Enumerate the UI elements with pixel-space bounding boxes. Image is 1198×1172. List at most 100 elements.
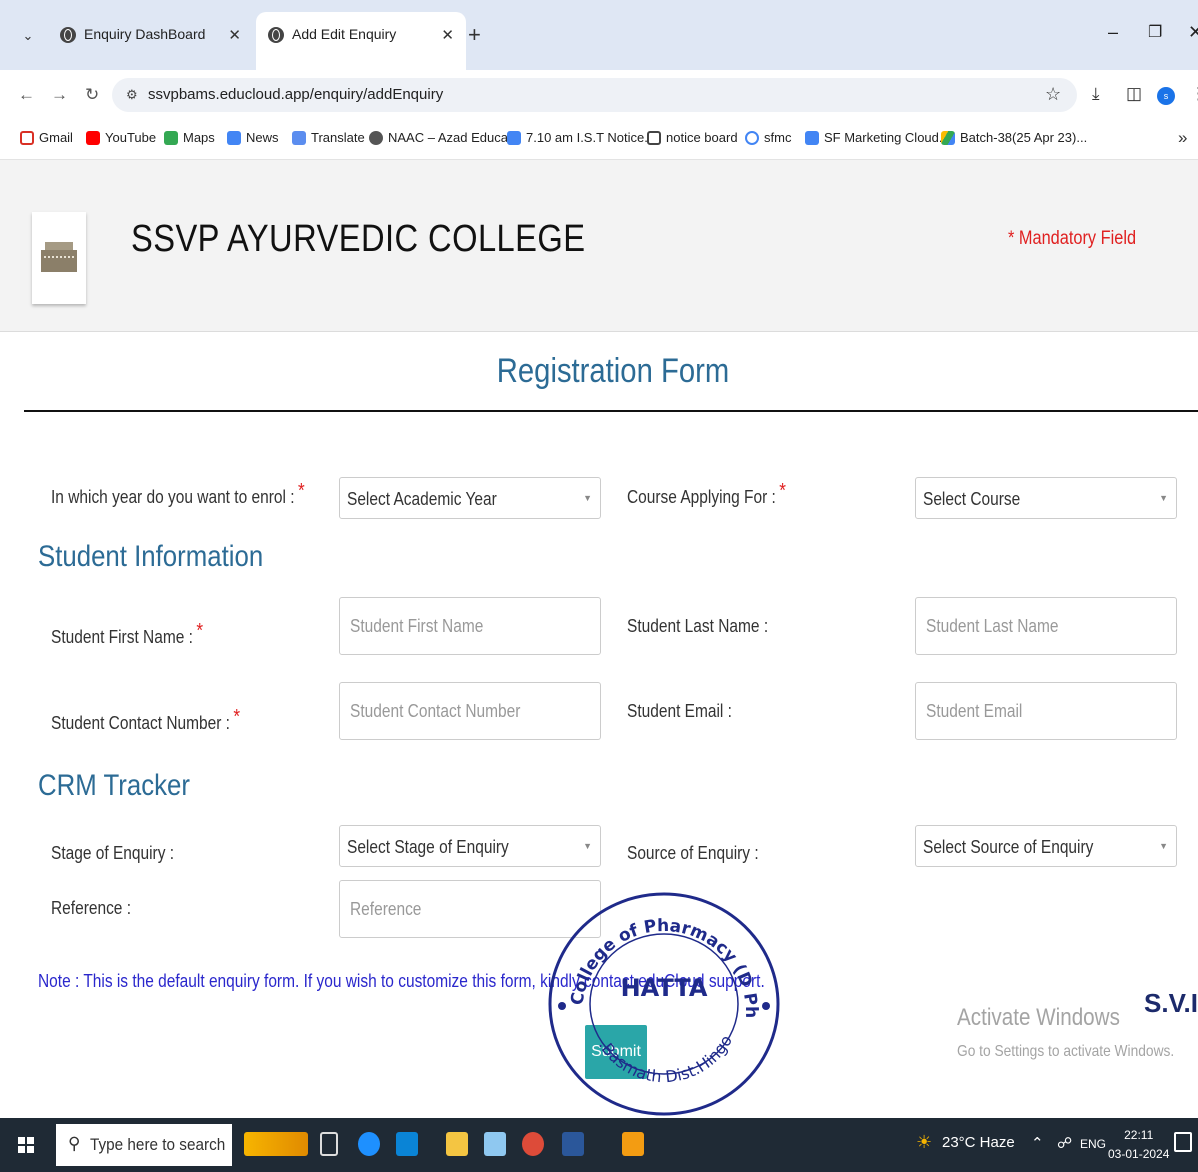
required-marker: * <box>233 706 241 728</box>
reference-input[interactable]: Reference <box>339 880 601 938</box>
new-tab-plus-icon[interactable]: + <box>468 24 481 46</box>
gmail-icon <box>20 130 34 145</box>
reload-icon[interactable]: ↻ <box>85 85 99 105</box>
translate-icon <box>292 130 306 145</box>
course-select[interactable]: Select Course ▼ <box>915 477 1177 519</box>
folder-icon <box>647 130 661 145</box>
app-icon[interactable] <box>622 1132 644 1156</box>
last-name-placeholder: Student Last Name <box>926 616 1059 636</box>
forward-icon[interactable]: → <box>51 85 68 105</box>
widgets-icon[interactable] <box>244 1132 308 1156</box>
language-indicator[interactable]: ENG <box>1080 1137 1106 1151</box>
taskbar-search-box[interactable]: ⚲ Type here to search <box>56 1124 232 1166</box>
profile-avatar[interactable]: s <box>1157 87 1175 105</box>
student-information-heading: Student Information <box>38 540 264 573</box>
tab-add-edit-enquiry[interactable]: Add Edit Enquiry ✕ <box>256 12 466 70</box>
form-title: Registration Form <box>496 352 730 390</box>
college-name: SSVP AYURVEDIC COLLEGE <box>131 218 586 260</box>
bookmark-sfmc[interactable]: sfmc <box>745 130 791 145</box>
mail-icon[interactable] <box>396 1132 418 1156</box>
windows-taskbar: ⚲ Type here to search ☀ 23°C Haze ⌃ ☍ EN… <box>0 1118 1198 1172</box>
reference-label: Reference : <box>51 898 132 918</box>
clock-date: 03-01-2024 <box>1108 1147 1170 1161</box>
store-icon[interactable] <box>484 1132 506 1156</box>
weather-text[interactable]: 23°C Haze <box>942 1134 1015 1151</box>
restore-icon[interactable]: ❐ <box>1148 22 1162 42</box>
close-tab-icon[interactable]: ✕ <box>228 26 241 44</box>
activate-windows-subtitle: Go to Settings to activate Windows. <box>957 1043 1175 1060</box>
close-tab-icon[interactable]: ✕ <box>441 26 454 44</box>
bookmark-notice-board[interactable]: notice board <box>647 130 738 145</box>
required-marker: * <box>196 620 204 642</box>
youtube-icon <box>86 130 100 145</box>
close-window-icon[interactable]: ✕ <box>1188 22 1198 43</box>
source-of-enquiry-label: Source of Enquiry : <box>627 843 759 863</box>
download-icon[interactable]: ⤓ <box>1092 84 1100 104</box>
bookmark-sf-marketing[interactable]: SF Marketing Cloud... <box>805 130 950 145</box>
mandatory-field-note: * Mandatory Field <box>1008 228 1137 249</box>
enrol-year-label: In which year do you want to enrol : * <box>51 480 305 507</box>
email-placeholder: Student Email <box>926 701 1023 721</box>
bookmark-gmail[interactable]: Gmail <box>20 130 73 145</box>
bookmarks-bar: Gmail YouTube Maps News Translate NAAC –… <box>0 118 1198 160</box>
windows-start-icon[interactable] <box>18 1137 34 1153</box>
bookmark-youtube[interactable]: YouTube <box>86 130 156 145</box>
notification-icon[interactable] <box>1174 1132 1192 1152</box>
taskbar-clock[interactable]: 22:11 03-01-2024 <box>1108 1126 1169 1164</box>
file-explorer-icon[interactable] <box>446 1132 468 1156</box>
activate-windows-title: Activate Windows <box>957 1004 1120 1031</box>
tray-chevron-icon[interactable]: ⌃ <box>1031 1134 1044 1152</box>
more-bookmarks-icon[interactable]: » <box>1178 128 1187 148</box>
contact-number-input[interactable]: Student Contact Number <box>339 682 601 740</box>
stage-of-enquiry-label: Stage of Enquiry : <box>51 843 175 863</box>
first-name-placeholder: Student First Name <box>350 616 484 636</box>
bookmark-notice[interactable]: 7.10 am I.S.T Notice... <box>507 130 655 145</box>
tab-search-dropdown-icon[interactable]: ⌄ <box>14 22 42 50</box>
bookmark-news[interactable]: News <box>227 130 279 145</box>
edge-icon[interactable] <box>358 1132 380 1156</box>
reference-placeholder: Reference <box>350 899 422 919</box>
side-panel-icon[interactable]: ◫ <box>1126 84 1142 104</box>
site-settings-icon[interactable]: ⚙ <box>126 87 138 103</box>
contact-number-placeholder: Student Contact Number <box>350 701 521 721</box>
partial-logo-text: S.V.I <box>1144 988 1198 1018</box>
minimize-icon[interactable]: – <box>1108 22 1118 43</box>
stage-of-enquiry-select[interactable]: Select Stage of Enquiry ▼ <box>339 825 601 867</box>
page-header: SSVP AYURVEDIC COLLEGE * Mandatory Field <box>0 160 1198 332</box>
first-name-input[interactable]: Student First Name <box>339 597 601 655</box>
search-icon: ⚲ <box>68 1134 81 1153</box>
tab-enquiry-dashboard[interactable]: Enquiry DashBoard ✕ <box>48 12 253 70</box>
dropdown-caret-icon: ▼ <box>583 841 592 851</box>
bookmark-naac[interactable]: NAAC – Azad Educa... <box>369 130 519 145</box>
browser-tab-bar: ⌄ Enquiry DashBoard ✕ Add Edit Enquiry ✕… <box>0 0 1198 70</box>
google-icon <box>745 130 759 145</box>
bookmark-translate[interactable]: Translate <box>292 130 365 145</box>
word-icon[interactable] <box>562 1132 584 1156</box>
chrome-icon[interactable] <box>522 1132 544 1156</box>
college-logo <box>32 212 86 304</box>
course-value: Select Course <box>923 489 1021 509</box>
bookmark-star-icon[interactable]: ☆ <box>1045 84 1061 105</box>
taskbar-search-placeholder: Type here to search <box>90 1135 226 1154</box>
source-of-enquiry-select[interactable]: Select Source of Enquiry ▼ <box>915 825 1177 867</box>
globe-icon <box>268 27 284 43</box>
last-name-input[interactable]: Student Last Name <box>915 597 1177 655</box>
network-icon[interactable]: ☍ <box>1057 1134 1072 1152</box>
back-icon[interactable]: ← <box>18 85 35 105</box>
dropdown-caret-icon: ▼ <box>583 493 592 503</box>
bookmark-maps[interactable]: Maps <box>164 130 215 145</box>
address-bar: ← → ↻ ⚙ ssvpbams.educloud.app/enquiry/ad… <box>0 70 1198 118</box>
college-building-image <box>41 242 77 272</box>
title-divider <box>24 410 1198 412</box>
email-input[interactable]: Student Email <box>915 682 1177 740</box>
submit-button[interactable]: Submit <box>585 1025 647 1079</box>
task-view-icon[interactable] <box>320 1132 338 1156</box>
url-field[interactable]: ⚙ ssvpbams.educloud.app/enquiry/addEnqui… <box>112 78 1077 112</box>
bookmark-batch-38[interactable]: Batch-38(25 Apr 23)... <box>941 130 1087 145</box>
email-label: Student Email : <box>627 701 732 721</box>
course-label: Course Applying For : * <box>627 480 787 507</box>
docs-icon <box>805 130 819 145</box>
globe-icon <box>369 130 383 145</box>
academic-year-select[interactable]: Select Academic Year ▼ <box>339 477 601 519</box>
browser-menu-icon[interactable]: ⋮ <box>1190 84 1198 104</box>
